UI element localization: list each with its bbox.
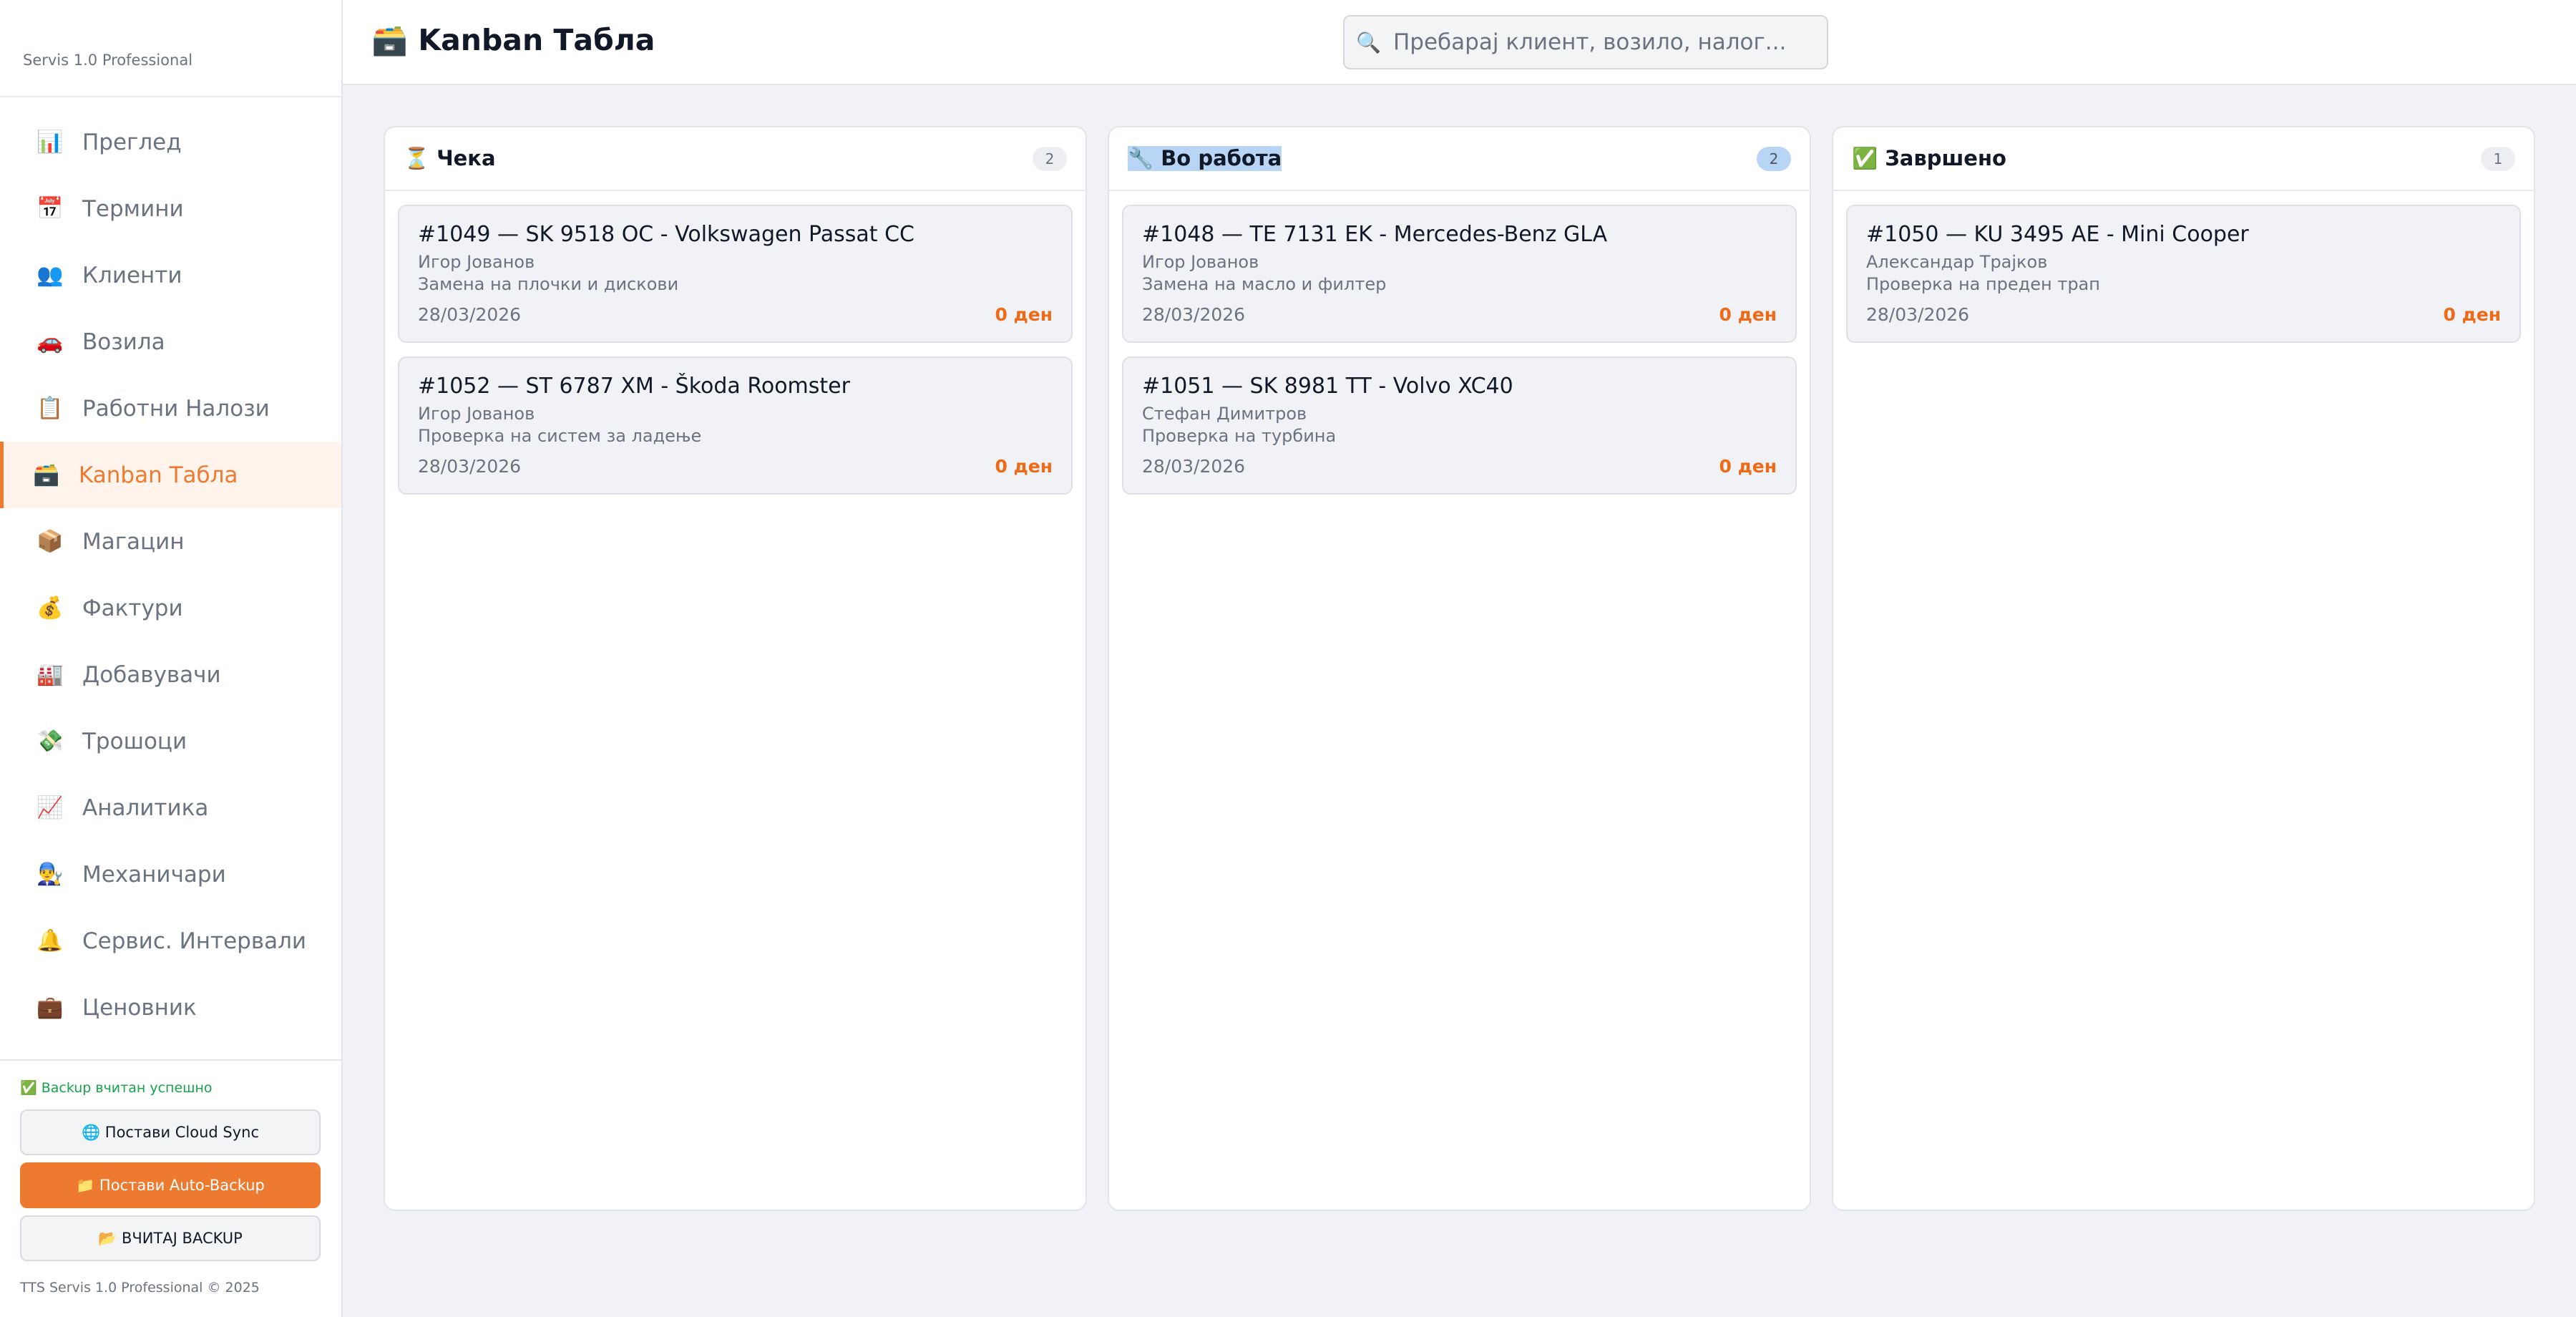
work-order-card[interactable]: #1049 — SK 9518 OC - Volkswagen Passat C… — [398, 205, 1073, 343]
card-amount: 0 ден — [995, 304, 1053, 325]
card-client: Игор Јованов — [1142, 252, 1259, 272]
work-order-card[interactable]: #1048 — TE 7131 EK - Mercedes-Benz GLA И… — [1122, 205, 1797, 343]
sidebar-item-label: Kanban Табла — [79, 462, 238, 488]
card-client: Игор Јованов — [418, 252, 535, 272]
card-date: 28/03/2026 — [1142, 456, 1246, 477]
sidebar-item-label: Работни Налози — [82, 395, 270, 422]
sidebar-item-label: Трошоци — [82, 728, 187, 754]
card-date: 28/03/2026 — [418, 304, 522, 325]
sidebar-item-magacin[interactable]: 📦 Магацин — [0, 508, 341, 575]
sidebar-item-label: Механичари — [82, 861, 226, 888]
card-title: #1052 — ST 6787 XM - Škoda Roomster — [418, 374, 850, 399]
card-amount: 0 ден — [1719, 456, 1777, 477]
sidebar-item-label: Аналитика — [82, 794, 209, 821]
count-badge: 2 — [1033, 146, 1067, 171]
sidebar-item-klienti[interactable]: 👥 Клиенти — [0, 242, 341, 308]
sidebar-item-fakturi[interactable]: 💰 Фактури — [0, 575, 341, 641]
card-description: Проверка на преден трап — [1866, 274, 2100, 294]
auto-backup-button[interactable]: 📁 Постави Auto-Backup — [20, 1162, 321, 1208]
bell-icon: 🔔 — [36, 928, 64, 953]
sidebar-item-kanban[interactable]: 🗃️ Kanban Табла — [0, 442, 341, 508]
sidebar-item-label: Термини — [82, 195, 184, 222]
card-amount: 0 ден — [1719, 304, 1777, 325]
sidebar-item-termini[interactable]: 📅 Термини — [0, 175, 341, 242]
copyright: TTS Servis 1.0 Professional © 2025 — [20, 1280, 260, 1296]
sidebar-item-servis-intervali[interactable]: 🔔 Сервис. Интервали — [0, 908, 341, 974]
column-title: ⏳ Чека — [404, 146, 496, 170]
count-badge: 1 — [2481, 146, 2515, 171]
card-date: 28/03/2026 — [1142, 304, 1246, 325]
sidebar-item-analitika[interactable]: 📈 Аналитика — [0, 774, 341, 841]
calendar-icon: 📅 — [36, 196, 64, 221]
briefcase-icon: 💼 — [36, 995, 64, 1020]
work-order-card[interactable]: #1050 — KU 3495 AE - Mini Cooper Алексан… — [1846, 205, 2521, 343]
sidebar-footer: ✅ Backup вчитан успешно 🌐 Постави Cloud … — [0, 1059, 341, 1317]
sidebar-item-mehanichari[interactable]: 👨‍🔧 Механичари — [0, 841, 341, 908]
brand-name: Servis 1.0 Professional — [0, 0, 341, 97]
column-title: 🔧 Во работа — [1128, 146, 1282, 171]
search-input[interactable] — [1393, 29, 1827, 55]
clipboard-icon: 📋 — [36, 396, 64, 421]
sidebar-item-label: Фактури — [82, 595, 183, 621]
sidebar-item-vozila[interactable]: 🚗 Возила — [0, 308, 341, 375]
money-bag-icon: 💰 — [36, 596, 64, 621]
card-title: #1050 — KU 3495 AE - Mini Cooper — [1866, 222, 2249, 247]
package-icon: 📦 — [36, 529, 64, 554]
sidebar-item-pregled[interactable]: 📊 Преглед — [0, 109, 341, 175]
sidebar-item-dobavuvachi[interactable]: 🏭 Добавувачи — [0, 641, 341, 708]
chart-icon: 📊 — [36, 130, 64, 155]
work-order-card[interactable]: #1052 — ST 6787 XM - Škoda Roomster Игор… — [398, 356, 1073, 495]
column-header: ⏳ Чека 2 — [385, 127, 1085, 191]
card-title: #1049 — SK 9518 OC - Volkswagen Passat C… — [418, 222, 914, 247]
page-title: 🗃️ Kanban Табла — [371, 23, 655, 57]
sidebar-item-cenovnik[interactable]: 💼 Ценовник — [0, 974, 341, 1041]
top-header: 🗃️ Kanban Табла 🔍 — [343, 0, 2576, 85]
money-wings-icon: 💸 — [36, 729, 64, 754]
sidebar-item-label: Клиенти — [82, 262, 182, 288]
search-icon: 🔍 — [1356, 30, 1381, 54]
work-order-card[interactable]: #1051 — SK 8981 TT - Volvo XC40 Стефан Д… — [1122, 356, 1797, 495]
card-date: 28/03/2026 — [418, 456, 522, 477]
sidebar-item-rabotni-nalozi[interactable]: 📋 Работни Налози — [0, 375, 341, 442]
sidebar-item-label: Преглед — [82, 129, 182, 155]
count-badge: 2 — [1757, 146, 1791, 171]
column-title: ✅ Завршено — [1852, 146, 2006, 170]
column-header: ✅ Завршено 1 — [1833, 127, 2534, 191]
card-client: Стефан Димитров — [1142, 404, 1307, 424]
backup-status: ✅ Backup вчитан успешно — [20, 1080, 213, 1096]
card-description: Проверка на систем за ладење — [418, 426, 702, 446]
card-title: #1051 — SK 8981 TT - Volvo XC40 — [1142, 374, 1513, 399]
sidebar-item-label: Добавувачи — [82, 661, 221, 688]
column-header: 🔧 Во работа 2 — [1109, 127, 1810, 191]
trend-chart-icon: 📈 — [36, 795, 64, 820]
sidebar-nav: 📊 Преглед 📅 Термини 👥 Клиенти 🚗 Возила 📋… — [0, 97, 341, 1041]
card-box-icon: 🗃️ — [33, 462, 60, 487]
card-client: Игор Јованов — [418, 404, 535, 424]
column-in-progress: 🔧 Во работа 2 #1048 — TE 7131 EK - Merce… — [1108, 126, 1811, 1211]
card-amount: 0 ден — [2443, 304, 2501, 325]
card-title: #1048 — TE 7131 EK - Mercedes-Benz GLA — [1142, 222, 1608, 247]
card-description: Замена на масло и филтер — [1142, 274, 1387, 294]
sidebar-item-label: Ценовник — [82, 994, 197, 1021]
card-description: Замена на плочки и дискови — [418, 274, 679, 294]
load-backup-button[interactable]: 📂 ВЧИТАЈ BACKUP — [20, 1215, 321, 1261]
search-box[interactable]: 🔍 — [1343, 15, 1828, 69]
card-date: 28/03/2026 — [1866, 304, 1970, 325]
card-description: Проверка на турбина — [1142, 426, 1337, 446]
card-client: Александар Трајков — [1866, 252, 2048, 272]
sidebar-item-label: Сервис. Интервали — [82, 928, 307, 954]
sidebar: Servis 1.0 Professional 📊 Преглед 📅 Терм… — [0, 0, 343, 1317]
mechanic-icon: 👨‍🔧 — [36, 862, 64, 887]
users-icon: 👥 — [36, 263, 64, 288]
sidebar-item-troshoci[interactable]: 💸 Трошоци — [0, 708, 341, 774]
column-done: ✅ Завршено 1 #1050 — KU 3495 AE - Mini C… — [1832, 126, 2535, 1211]
column-waiting: ⏳ Чека 2 #1049 — SK 9518 OC - Volkswagen… — [384, 126, 1087, 1211]
factory-icon: 🏭 — [36, 662, 64, 687]
car-icon: 🚗 — [36, 329, 64, 354]
cloud-sync-button[interactable]: 🌐 Постави Cloud Sync — [20, 1109, 321, 1155]
sidebar-item-label: Магацин — [82, 528, 185, 555]
card-amount: 0 ден — [995, 456, 1053, 477]
sidebar-item-label: Возила — [82, 329, 165, 355]
